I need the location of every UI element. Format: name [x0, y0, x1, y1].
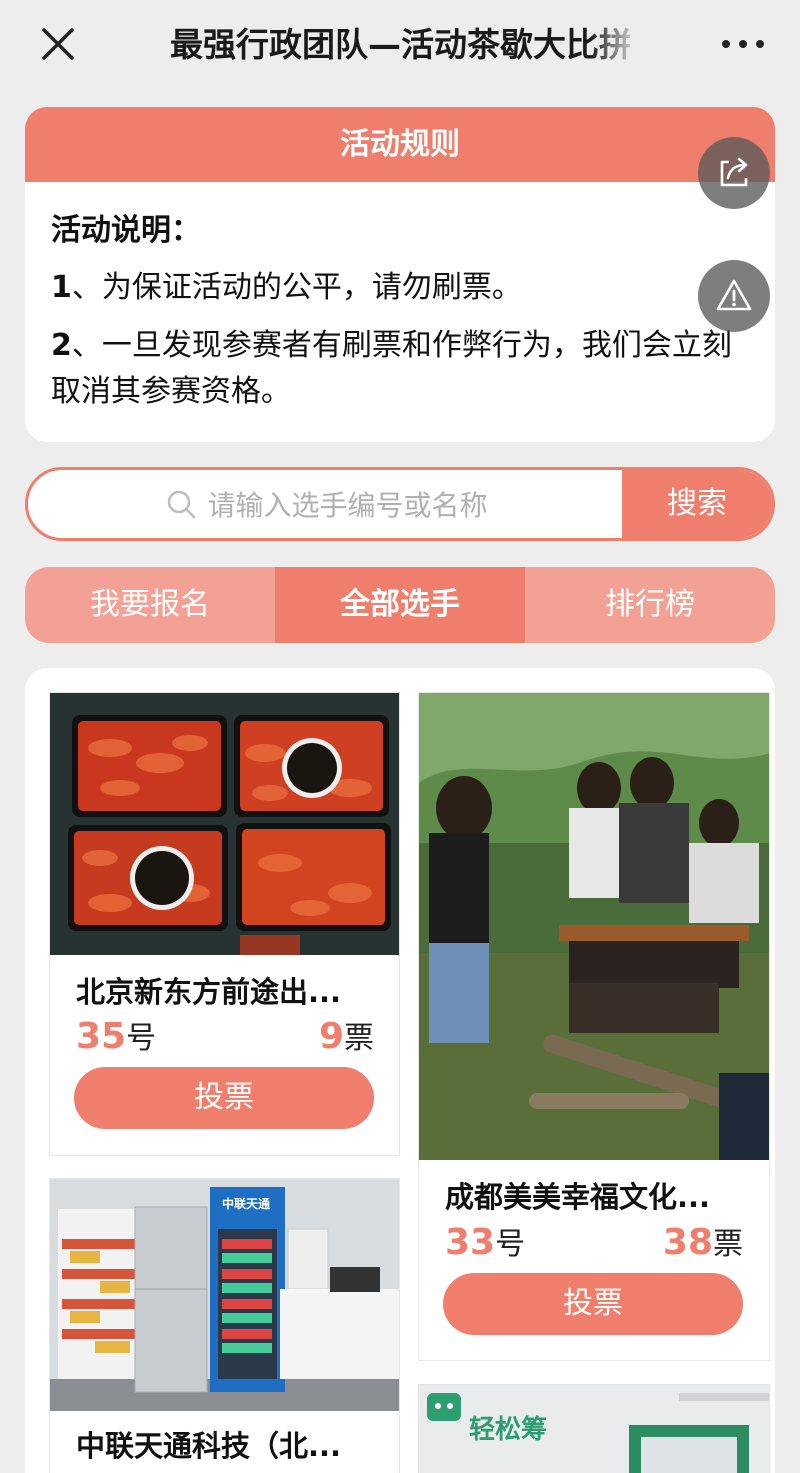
contestant-stats: 35号 9票	[76, 1013, 374, 1057]
contestant-stats: 33号 38票	[445, 1219, 743, 1263]
crayfish-trays-photo	[50, 693, 399, 955]
contestant-number: 33号	[445, 1222, 526, 1263]
contestant-list: 北京新东方前途出... 35号 9票 投票 成都美美幸福文化... 33号 38…	[25, 668, 775, 1473]
search-button[interactable]: 搜索	[622, 470, 772, 538]
pantry-logo-text: 中联天通	[222, 1197, 271, 1211]
tab-register[interactable]: 我要报名	[25, 567, 275, 643]
vote-button[interactable]: 投票	[74, 1067, 374, 1129]
title-fade	[590, 20, 640, 70]
contestant-card[interactable]: 轻松筹	[418, 1384, 770, 1473]
more-icon[interactable]	[722, 32, 764, 56]
search-placeholder: 请输入选手编号或名称	[207, 489, 488, 522]
warning-icon	[714, 276, 754, 316]
contestant-card[interactable]: 北京新东方前途出... 35号 9票 投票	[49, 692, 400, 1156]
rules-card: 活动规则 活动说明： 1、为保证活动的公平，请勿刷票。 2、一旦发现参赛者有刷票…	[25, 107, 775, 442]
page-title: 最强行政团队—活动茶歇大比拼	[170, 25, 630, 64]
tab-bar: 我要报名 全部选手 排行榜	[25, 567, 775, 643]
rules-header: 活动规则	[25, 107, 775, 182]
office-pantry-photo: 中联天通	[50, 1179, 399, 1411]
report-button[interactable]	[698, 260, 770, 332]
contestant-number: 35号	[76, 1016, 157, 1057]
search-bar: 请输入选手编号或名称 搜索	[25, 467, 775, 541]
rules-heading: 活动说明：	[51, 213, 201, 248]
rule-item: 2、一旦发现参赛者有刷票和作弊行为，我们会立刻取消其参赛资格。	[51, 323, 749, 415]
close-icon[interactable]	[38, 24, 78, 64]
rule-text: 、一旦发现参赛者有刷票和作弊行为，我们会立刻取消其参赛资格。	[51, 328, 732, 409]
tab-all-contestants[interactable]: 全部选手	[275, 567, 525, 643]
vote-count: 9票	[318, 1016, 374, 1057]
rule-number: 1	[51, 270, 72, 305]
top-nav-bar: 最强行政团队—活动茶歇大比拼	[0, 0, 800, 90]
search-input[interactable]: 请输入选手编号或名称	[28, 470, 625, 538]
contestant-name: 中联天通科技（北...	[76, 1429, 342, 1463]
contestant-name: 成都美美幸福文化...	[445, 1180, 711, 1214]
rule-number: 2	[51, 328, 72, 363]
contestant-card[interactable]: 成都美美幸福文化... 33号 38票 投票	[418, 692, 770, 1361]
office-sign-text: 轻松筹	[469, 1415, 548, 1445]
rule-text: 、为保证活动的公平，请勿刷票。	[71, 270, 522, 305]
rules-body: 活动说明： 1、为保证活动的公平，请勿刷票。 2、一旦发现参赛者有刷票和作弊行为…	[25, 182, 775, 415]
tab-ranking[interactable]: 排行榜	[525, 567, 775, 643]
rule-item: 1、为保证活动的公平，请勿刷票。	[51, 265, 749, 311]
share-icon	[715, 154, 753, 192]
vote-count: 38票	[662, 1222, 743, 1263]
search-icon	[165, 488, 197, 520]
contestant-card[interactable]: 中联天通 中联天通科技（北...	[49, 1178, 400, 1473]
vote-button[interactable]: 投票	[443, 1273, 743, 1335]
office-interior-photo: 轻松筹	[419, 1385, 769, 1473]
outdoor-bbq-group-photo	[419, 693, 769, 1160]
share-button[interactable]	[698, 137, 770, 209]
contestant-name: 北京新东方前途出...	[76, 975, 342, 1009]
